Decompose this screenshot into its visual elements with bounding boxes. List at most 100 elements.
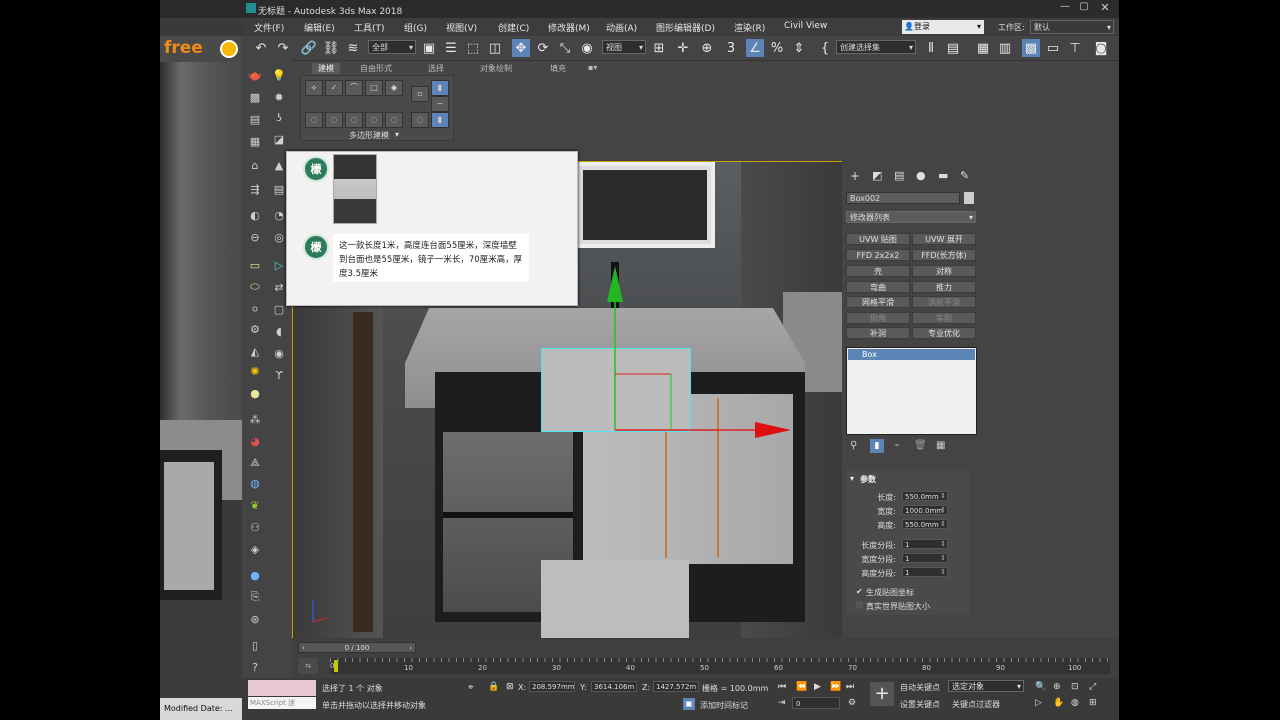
plane-icon[interactable]: ▭ bbox=[246, 256, 264, 274]
menu-civil-view[interactable]: Civil View bbox=[784, 21, 827, 31]
modifier-button[interactable]: 车削 bbox=[912, 312, 976, 324]
param-width-input[interactable]: 1000.0mm bbox=[902, 505, 948, 515]
modifier-list-dropdown[interactable]: 修改器列表 bbox=[846, 211, 976, 223]
named-selection-dropdown[interactable]: 创建选择集 bbox=[836, 40, 916, 54]
login-dropdown[interactable]: 👤 登录 ▾ bbox=[902, 20, 984, 34]
eye-icon[interactable]: ◉ bbox=[270, 344, 288, 362]
param-height-segs-input[interactable]: 1 bbox=[902, 567, 948, 577]
menu-create[interactable]: 创建(C) bbox=[498, 21, 529, 34]
modifier-button[interactable]: UVW 贴图 bbox=[846, 233, 910, 245]
current-frame-field[interactable]: 0 bbox=[792, 697, 840, 709]
absolute-mode-icon[interactable]: ⊠ bbox=[506, 682, 514, 692]
shared-image[interactable] bbox=[333, 154, 377, 224]
track-bar-toggle-icon[interactable]: ⇆ bbox=[298, 658, 318, 674]
ribbon-tab-selection[interactable]: 选择 bbox=[428, 63, 444, 74]
modifier-button[interactable]: 倒角 bbox=[846, 312, 910, 324]
keyboard-shortcut-icon[interactable]: ⊕ bbox=[698, 39, 716, 57]
zoom-icon[interactable]: 🔍 bbox=[1035, 682, 1046, 692]
bind-space-warp-icon[interactable]: ≋ bbox=[344, 39, 362, 57]
modifier-button[interactable]: 对称 bbox=[912, 265, 976, 277]
selected-object-dropdown[interactable]: 选定对象 bbox=[948, 680, 1024, 692]
light-bulb-icon[interactable]: 💡 bbox=[270, 66, 288, 84]
modifier-button[interactable]: FFD(长方体) bbox=[912, 249, 976, 261]
create-tab-icon[interactable]: + bbox=[850, 169, 860, 183]
tool-b-icon[interactable]: ◌ bbox=[325, 112, 343, 128]
align-icon[interactable]: ▤ bbox=[944, 39, 962, 57]
zoom-all-icon[interactable]: ⊕ bbox=[1053, 682, 1061, 692]
edge-icon[interactable]: ⌒ bbox=[345, 80, 363, 96]
maxscript-input[interactable]: MAXScript 迷 bbox=[248, 697, 316, 709]
modifier-button[interactable]: 专业优化 bbox=[912, 327, 976, 339]
scene-explorer-icon[interactable]: ▥ bbox=[996, 39, 1014, 57]
orbit-icon[interactable]: ◍ bbox=[1071, 698, 1079, 708]
menu-rendering[interactable]: 渲染(R) bbox=[734, 21, 765, 34]
modifier-button[interactable]: 壳 bbox=[846, 265, 910, 277]
remove-modifier-icon[interactable]: 🗑 bbox=[914, 440, 927, 451]
tool-c-icon[interactable]: ◌ bbox=[345, 112, 363, 128]
hook-icon[interactable]: ʖ bbox=[270, 108, 288, 126]
menu-animation[interactable]: 动画(A) bbox=[606, 21, 637, 34]
pivot-center-icon[interactable]: ⊞ bbox=[650, 39, 668, 57]
modify-mode-icon[interactable]: ⟡ bbox=[305, 80, 323, 96]
edit-named-selection-icon[interactable]: { bbox=[816, 39, 834, 57]
document-icon[interactable]: ▤ bbox=[246, 110, 264, 128]
go-to-start-icon[interactable]: ⏮ bbox=[778, 682, 786, 692]
time-config-icon[interactable]: ⚙ bbox=[848, 698, 856, 708]
modifier-button[interactable]: 弯曲 bbox=[846, 281, 910, 293]
half-circle-icon[interactable]: ◐ bbox=[246, 206, 264, 224]
tube-icon[interactable]: ⊖ bbox=[246, 228, 264, 246]
tool-e-icon[interactable]: ◌ bbox=[385, 112, 403, 128]
dynamics-icon[interactable]: ◕ bbox=[246, 432, 264, 450]
modifier-button[interactable]: 网格平滑 bbox=[846, 296, 910, 308]
helper-icon[interactable]: ⌂ bbox=[246, 156, 264, 174]
create-teapot-icon[interactable]: 🫖 bbox=[246, 66, 264, 84]
manipulate-icon[interactable]: ✛ bbox=[674, 39, 692, 57]
maxscript-listener[interactable] bbox=[248, 680, 316, 696]
image-icon[interactable]: ▩ bbox=[246, 88, 264, 106]
select-object-icon[interactable]: ▣ bbox=[420, 39, 438, 57]
real-world-checkbox[interactable] bbox=[856, 601, 863, 608]
param-length-segs-input[interactable]: 1 bbox=[902, 539, 948, 549]
foliage-icon[interactable]: ❦ bbox=[246, 496, 264, 514]
add-time-tag[interactable]: 添加时间标记 bbox=[700, 700, 748, 711]
ribbon-tab-populate[interactable]: 填充 bbox=[550, 63, 566, 74]
object-color-swatch[interactable] bbox=[964, 192, 974, 204]
unlink-icon[interactable]: ⛓ bbox=[322, 39, 340, 57]
schematic-view-icon[interactable]: ⊤ bbox=[1066, 39, 1084, 57]
panel-toggle-icon[interactable]: ▮ bbox=[431, 80, 449, 96]
close-icon[interactable]: ✕ bbox=[1095, 1, 1115, 16]
modifier-button[interactable]: UVW 展开 bbox=[912, 233, 976, 245]
menu-file[interactable]: 文件(F) bbox=[254, 21, 284, 34]
curve-editor-icon[interactable]: ▭ bbox=[1044, 39, 1062, 57]
percent-snap-icon[interactable]: % bbox=[768, 39, 786, 57]
go-to-end-icon[interactable]: ⏭ bbox=[846, 682, 854, 692]
link-icon[interactable]: 🔗 bbox=[300, 39, 318, 57]
tool-f-icon[interactable]: ◌ bbox=[411, 112, 429, 128]
auto-key-button[interactable]: 自动关键点 bbox=[900, 682, 940, 693]
cone-icon[interactable]: ◭ bbox=[246, 342, 264, 360]
help-icon[interactable]: ? bbox=[246, 658, 264, 676]
undo-icon[interactable]: ↶ bbox=[252, 39, 270, 57]
geosphere-icon[interactable]: ⚪ bbox=[246, 300, 264, 318]
camera-icon[interactable]: ◪ bbox=[270, 130, 288, 148]
rollout-title[interactable]: 参数 bbox=[860, 474, 876, 485]
select-rotate-icon[interactable]: ⟳ bbox=[534, 39, 552, 57]
stack-item-box[interactable]: Box bbox=[848, 349, 975, 360]
sphere-icon[interactable]: ⬭ bbox=[246, 278, 264, 296]
disc-icon[interactable]: ● bbox=[246, 384, 264, 402]
biped-icon[interactable]: ⚇ bbox=[246, 518, 264, 536]
redo-icon[interactable]: ↷ bbox=[274, 39, 292, 57]
show-end-result-icon[interactable]: ▮ bbox=[870, 439, 884, 453]
angle-snap-icon[interactable]: ∠ bbox=[746, 39, 764, 57]
rollout-collapse-icon[interactable]: ▾ bbox=[850, 474, 854, 483]
key-filters-button[interactable]: 关键点过滤器 bbox=[952, 699, 1000, 710]
configure-sets-icon[interactable]: ▦ bbox=[936, 440, 945, 451]
ribbon-toggle-icon[interactable]: ▩ bbox=[1022, 39, 1040, 57]
window-crossing-icon[interactable]: ◫ bbox=[486, 39, 504, 57]
spinner-snap-icon[interactable]: ⇕ bbox=[790, 39, 808, 57]
gen-mapping-checkbox[interactable]: ✔ bbox=[856, 587, 863, 596]
key-mode-icon[interactable]: ⇥ bbox=[778, 698, 786, 708]
menu-view[interactable]: 视图(V) bbox=[446, 21, 477, 34]
selection-filter-dropdown[interactable]: 全部 bbox=[368, 40, 416, 54]
grid-icon[interactable]: ▦ bbox=[246, 132, 264, 150]
